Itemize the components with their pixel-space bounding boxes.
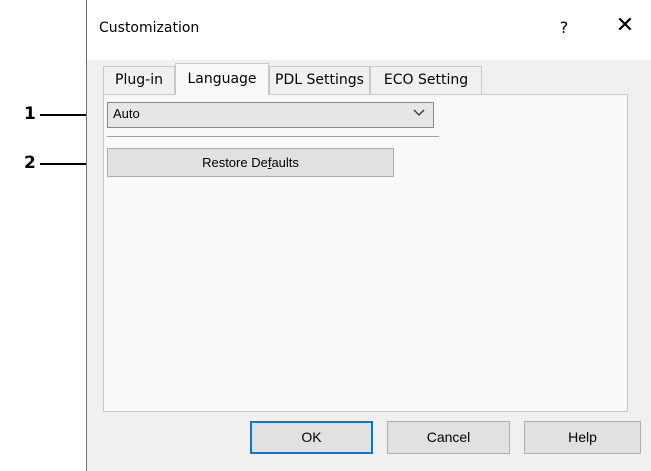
language-select-value: Auto <box>113 106 140 121</box>
tab-pdl-settings[interactable]: PDL Settings <box>269 66 370 94</box>
customization-dialog: Customization ? ✕ Plug-in Language PDL S… <box>86 0 651 471</box>
dialog-title: Customization <box>99 20 200 36</box>
separator-highlight <box>107 137 439 138</box>
title-bar: Customization ? ✕ <box>87 0 651 60</box>
restore-label-prefix: Restore De <box>202 155 268 170</box>
ok-button[interactable]: OK <box>250 421 373 454</box>
callout-1-number: 1 <box>24 104 36 124</box>
restore-label-suffix: aults <box>271 155 299 170</box>
tab-plug-in[interactable]: Plug-in <box>103 66 175 94</box>
language-tab-panel <box>103 94 628 412</box>
help-question-icon[interactable]: ? <box>554 18 574 37</box>
close-icon[interactable]: ✕ <box>613 14 637 38</box>
cancel-button[interactable]: Cancel <box>387 421 510 454</box>
language-select[interactable]: Auto <box>107 102 434 128</box>
tab-language[interactable]: Language <box>175 63 269 95</box>
callout-2-number: 2 <box>24 153 36 173</box>
help-button[interactable]: Help <box>524 421 641 454</box>
chevron-down-icon <box>413 106 425 123</box>
restore-defaults-button[interactable]: Restore Defaults <box>107 148 394 177</box>
tab-eco-setting[interactable]: ECO Setting <box>370 66 482 94</box>
